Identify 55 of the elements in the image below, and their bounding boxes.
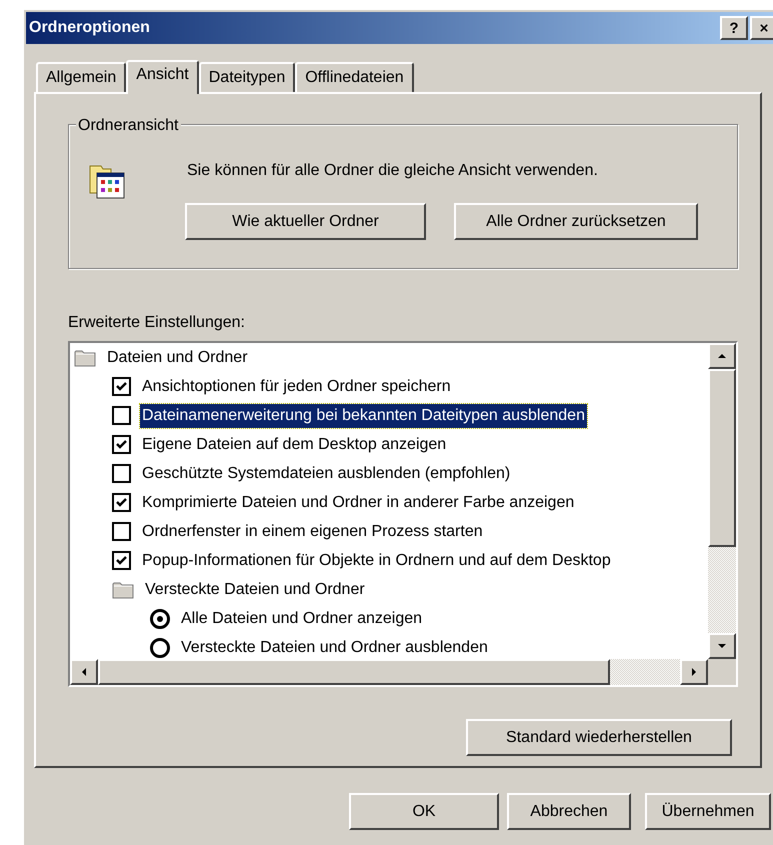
help-button[interactable]: ? [720, 16, 748, 40]
radio-button[interactable] [150, 638, 170, 658]
checkbox[interactable] [112, 522, 131, 541]
section-label: Erweiterte Einstellungen: [68, 313, 246, 333]
arrow-icon [718, 644, 726, 648]
setting-label[interactable]: Dateien und Ordner [105, 346, 250, 370]
setting-label[interactable]: Komprimierte Dateien und Ordner in anderer Farbe anzeigen [140, 490, 576, 514]
checkmark-icon [115, 380, 128, 393]
tab[interactable]: Dateitypen [198, 62, 296, 92]
setting-label[interactable]: Popup-Informationen für Objekte in Ordnern und auf dem Desktop [140, 548, 613, 572]
reset-all-button[interactable]: Alle Ordner zurücksetzen [454, 203, 698, 240]
checkmark-icon [115, 496, 128, 509]
checkbox[interactable] [112, 377, 131, 396]
setting-label[interactable]: Dateinamenerweiterung bei bekannten Dateitypen ausblenden [140, 404, 587, 428]
setting-label[interactable]: Alle Dateien und Ordner anzeigen [179, 606, 424, 630]
checkbox[interactable] [112, 493, 131, 512]
cancel-button[interactable]: Abbrechen [507, 793, 631, 830]
checkbox[interactable] [112, 464, 131, 483]
close-button[interactable]: × [750, 16, 773, 40]
tab[interactable]: Offlinedateien [295, 62, 414, 92]
folder-icon [112, 580, 134, 598]
horizontal-scrollbar[interactable] [70, 659, 708, 685]
folder-icon [74, 348, 96, 366]
checkmark-icon [115, 554, 128, 567]
checkmark-icon [115, 438, 128, 451]
setting-label[interactable]: Geschützte Systemdateien ausblenden (empfohlen) [140, 462, 512, 486]
setting-label[interactable]: Versteckte Dateien und Ordner [143, 578, 367, 602]
arrow-icon [692, 668, 696, 676]
checkbox[interactable] [112, 551, 131, 570]
checkbox[interactable] [112, 406, 131, 425]
scroll-right-button[interactable] [680, 659, 708, 685]
scrollbar-thumb[interactable] [98, 659, 610, 685]
scrollbar-corner [708, 659, 736, 685]
window-title: Ordneroptionen [29, 18, 150, 38]
arrow-icon [718, 354, 726, 358]
radio-button[interactable] [150, 608, 170, 628]
setting-label[interactable]: Versteckte Dateien und Ordner ausblenden [179, 636, 490, 659]
tab[interactable]: Ansicht [126, 60, 199, 94]
folder-window-icon [89, 163, 125, 199]
scroll-left-button[interactable] [70, 659, 98, 685]
scroll-down-button[interactable] [708, 633, 736, 659]
arrow-icon [82, 668, 86, 676]
setting-label[interactable]: Eigene Dateien auf dem Desktop anzeigen [140, 432, 448, 456]
tab[interactable]: Allgemein [36, 62, 126, 92]
description-text: Sie können für alle Ordner die gleiche Ansicht verwenden. [187, 161, 599, 181]
apply-to-all-button[interactable]: Wie aktueller Ordner [185, 203, 426, 240]
ok-button[interactable]: OK [349, 793, 499, 830]
checkbox[interactable] [112, 435, 131, 454]
setting-label[interactable]: Ansichtoptionen für jeden Ordner speichern [140, 374, 453, 398]
setting-label[interactable]: Ordnerfenster in einem eigenen Prozess starten [140, 520, 485, 544]
restore-defaults-button[interactable]: Standard wiederherstellen [466, 719, 732, 756]
apply-button[interactable]: Übernehmen [645, 793, 771, 830]
vertical-scrollbar[interactable] [708, 343, 736, 659]
scroll-up-button[interactable] [708, 343, 736, 369]
scrollbar-thumb[interactable] [708, 369, 736, 547]
